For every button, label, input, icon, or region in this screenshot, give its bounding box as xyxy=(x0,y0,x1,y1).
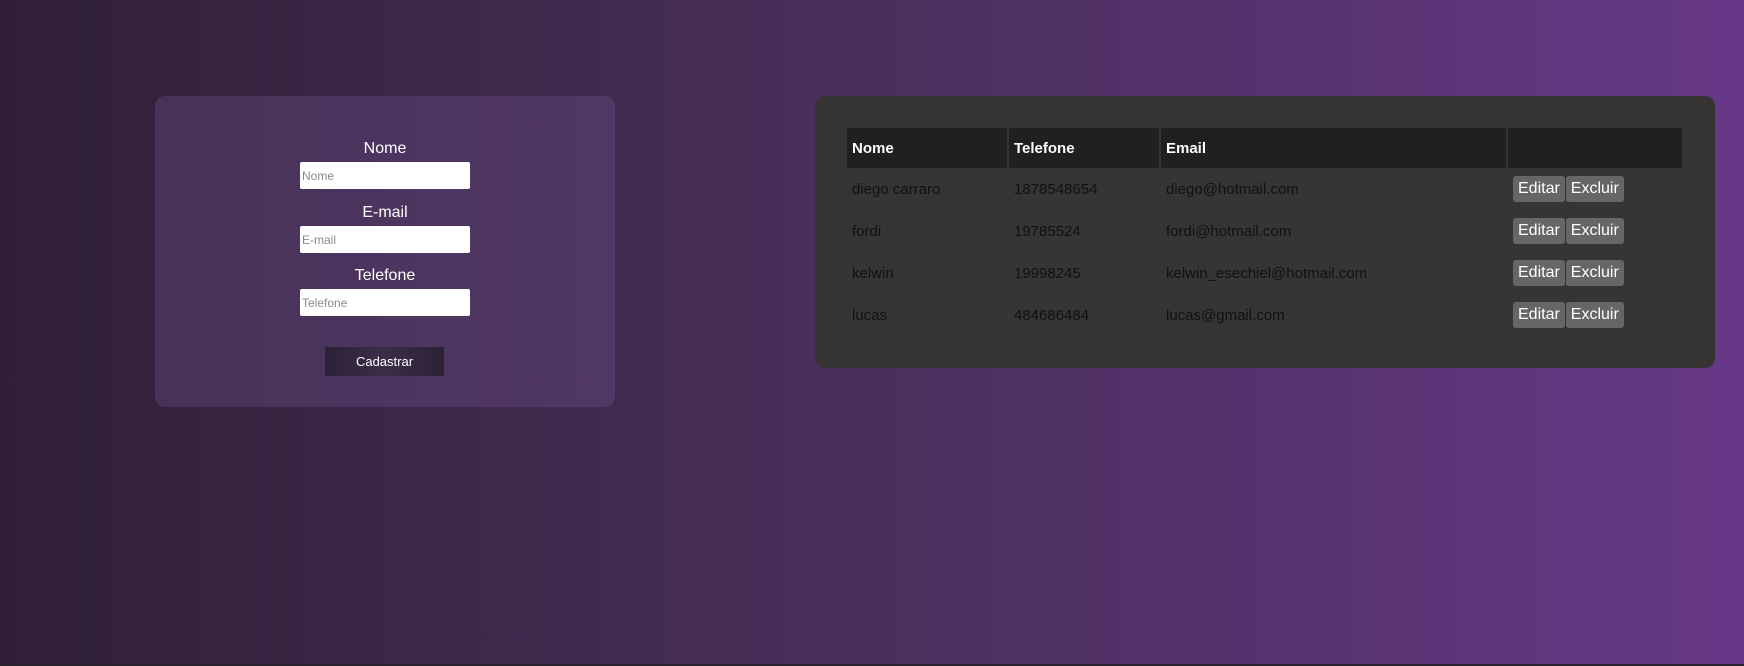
delete-button[interactable]: Excluir xyxy=(1565,218,1624,244)
delete-button[interactable]: Excluir xyxy=(1565,260,1624,286)
delete-button[interactable]: Excluir xyxy=(1565,176,1624,202)
cell-nome: lucas xyxy=(852,306,888,324)
table-header-row: Nome Telefone Email xyxy=(847,128,1682,168)
contacts-table-card: Nome Telefone Email diego carraro 187854… xyxy=(815,96,1715,368)
cell-telefone: 19998245 xyxy=(1014,264,1081,282)
cell-actions: Editar Excluir xyxy=(1508,168,1682,210)
email-input[interactable] xyxy=(300,226,470,253)
phone-input[interactable] xyxy=(300,289,470,316)
cell-email: kelwin_esechiel@hotmail.com xyxy=(1166,264,1368,282)
edit-button[interactable]: Editar xyxy=(1513,302,1565,328)
table-row: fordi 19785524 fordi@hotmail.com Editar E… xyxy=(847,210,1682,252)
name-label: Nome xyxy=(363,140,407,157)
cell-actions: Editar Excluir xyxy=(1508,294,1682,336)
edit-button[interactable]: Editar xyxy=(1513,260,1565,286)
cell-telefone: 1878548654 xyxy=(1014,180,1098,198)
cell-telefone: 484686484 xyxy=(1014,306,1090,324)
table-row: kelwin 19998245 kelwin_esechiel@hotmail.… xyxy=(847,252,1682,294)
cell-actions: Editar Excluir xyxy=(1508,210,1682,252)
cell-email: diego@hotmail.com xyxy=(1166,180,1299,198)
header-email: Email xyxy=(1161,128,1508,168)
cell-email: lucas@gmail.com xyxy=(1166,306,1285,324)
edit-button[interactable]: Editar xyxy=(1513,218,1565,244)
delete-button[interactable]: Excluir xyxy=(1565,302,1624,328)
cell-nome: diego carraro xyxy=(852,180,941,198)
header-nome: Nome xyxy=(847,128,1009,168)
register-button[interactable]: Cadastrar xyxy=(325,347,444,376)
phone-label: Telefone xyxy=(354,267,416,284)
cell-nome: kelwin xyxy=(852,264,894,282)
cell-nome: fordi xyxy=(852,222,882,240)
cell-actions: Editar Excluir xyxy=(1508,252,1682,294)
header-telefone: Telefone xyxy=(1009,128,1161,168)
table-row: diego carraro 1878548654 diego@hotmail.c… xyxy=(847,168,1682,210)
name-input[interactable] xyxy=(300,162,470,189)
edit-button[interactable]: Editar xyxy=(1513,176,1565,202)
contacts-table: Nome Telefone Email diego carraro 187854… xyxy=(847,128,1682,336)
cell-telefone: 19785524 xyxy=(1014,222,1081,240)
table-row: lucas 484686484 lucas@gmail.com Editar Ex… xyxy=(847,294,1682,336)
header-actions xyxy=(1508,128,1682,168)
email-label: E-mail xyxy=(362,204,408,221)
cell-email: fordi@hotmail.com xyxy=(1166,222,1292,240)
register-form-card: Nome E-mail Telefone Cadastrar xyxy=(155,96,615,407)
